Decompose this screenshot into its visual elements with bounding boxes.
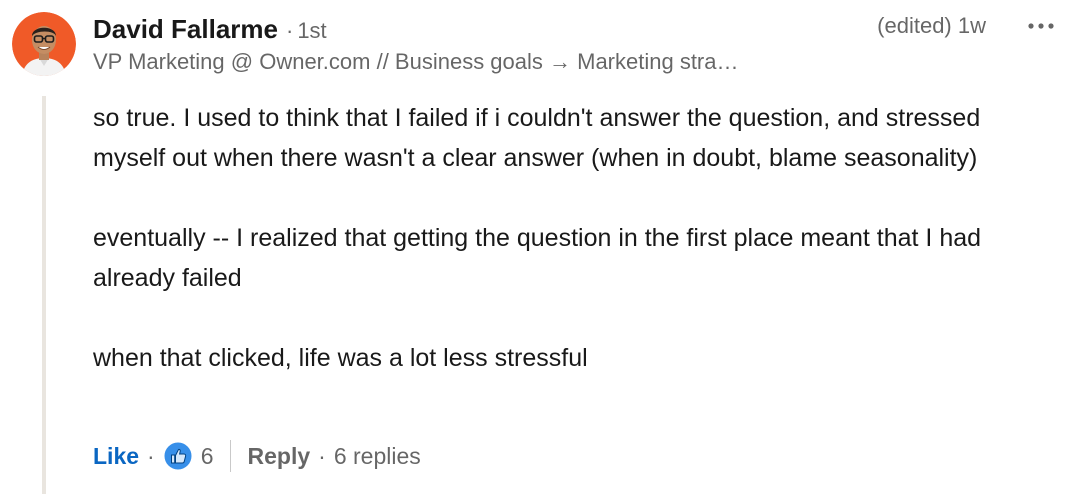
comment-body: so true. I used to think that I failed i…	[93, 98, 1053, 378]
comment-header: David Fallarme · 1st VP Marketing @ Owner.…	[93, 12, 1060, 82]
like-reaction-icon[interactable]	[163, 441, 193, 471]
ellipsis-icon	[1028, 23, 1054, 29]
reply-button[interactable]: Reply	[248, 443, 311, 470]
author-headline[interactable]: VP Marketing @ Owner.com // Business goa…	[93, 49, 739, 75]
avatar[interactable]	[12, 12, 76, 76]
action-separator: ·	[147, 442, 155, 469]
thread-line	[42, 96, 46, 494]
author-name[interactable]: David Fallarme	[93, 14, 278, 44]
degree-separator: ·	[285, 18, 294, 43]
comment-meta: (edited) 1w	[877, 13, 986, 38]
action-separator: ·	[318, 442, 326, 469]
action-divider	[229, 440, 231, 472]
more-options-button[interactable]	[1022, 14, 1060, 38]
replies-link[interactable]: 6 replies	[334, 443, 421, 470]
comment-actions: Like · 6 Reply · 6 replies	[93, 438, 421, 474]
connection-degree: 1st	[297, 18, 327, 43]
comment-paragraph: eventually -- I realized that getting th…	[93, 224, 982, 292]
comment-paragraph: when that clicked, life was a lot less s…	[93, 344, 588, 372]
reaction-count[interactable]: 6	[201, 443, 214, 470]
comment-paragraph: so true. I used to think that I failed i…	[93, 104, 981, 172]
profile-photo	[12, 12, 76, 76]
author-name-row: David Fallarme · 1st	[93, 14, 327, 45]
like-button[interactable]: Like	[93, 443, 139, 470]
